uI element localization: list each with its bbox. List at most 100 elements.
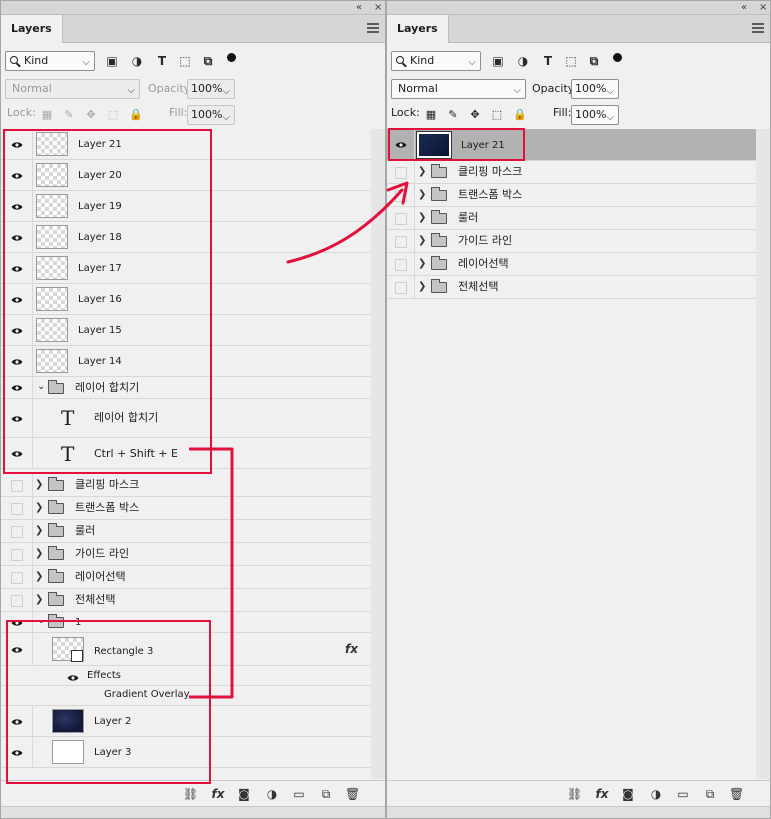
group-row[interactable]: ❯ 가이드 라인 bbox=[387, 230, 756, 253]
new-layer-icon[interactable]: ⧉ bbox=[703, 787, 717, 801]
group-row[interactable]: ❯ 전체선택 bbox=[1, 589, 371, 612]
lock-artboard-icon[interactable]: ⬚ bbox=[107, 109, 119, 121]
eye-visibility-icon[interactable] bbox=[11, 384, 23, 392]
kind-filter-select[interactable]: Kind ⌵ bbox=[5, 51, 95, 71]
chevron-right-icon[interactable]: ❯ bbox=[418, 258, 426, 269]
mask-icon[interactable]: ◙ bbox=[237, 787, 251, 801]
layers-scrollbar[interactable] bbox=[371, 129, 385, 779]
layer-row[interactable]: Layer 2 bbox=[1, 706, 371, 737]
layer-row[interactable]: Layer 17 bbox=[1, 253, 371, 284]
chevron-down-icon[interactable]: ⌄ bbox=[37, 615, 45, 626]
chevron-right-icon[interactable]: ❯ bbox=[35, 594, 43, 605]
chevron-right-icon[interactable]: ❯ bbox=[35, 571, 43, 582]
eye-visibility-icon[interactable] bbox=[395, 141, 407, 149]
group-row[interactable]: ❯ 레이어선택 bbox=[1, 566, 371, 589]
collapse-button[interactable]: « bbox=[356, 1, 362, 15]
visibility-toggle[interactable] bbox=[11, 526, 23, 538]
tab-layers[interactable]: Layers bbox=[387, 15, 449, 43]
visibility-toggle[interactable] bbox=[395, 259, 407, 271]
group-row[interactable]: ❯ 트랜스폼 박스 bbox=[387, 184, 756, 207]
merged-layer-row[interactable]: Layer 21 bbox=[387, 129, 756, 161]
link-icon[interactable]: ⛓ bbox=[567, 787, 582, 801]
fill-input[interactable]: 100% ⌵ bbox=[571, 105, 619, 125]
eye-visibility-icon[interactable] bbox=[11, 749, 23, 757]
mask-icon[interactable]: ◙ bbox=[621, 787, 635, 801]
eye-visibility-icon[interactable] bbox=[11, 646, 23, 654]
visibility-toggle[interactable] bbox=[395, 190, 407, 202]
group-row[interactable]: ❯ 전체선택 bbox=[387, 276, 756, 299]
adjustment-filter-icon[interactable]: ◑ bbox=[516, 54, 530, 68]
filter-toggle-icon[interactable] bbox=[227, 53, 236, 62]
trash-icon[interactable]: 🗑 bbox=[345, 787, 360, 801]
group-row[interactable]: ❯ 클리핑 마스크 bbox=[387, 161, 756, 184]
opacity-input[interactable]: 100% ⌵ bbox=[571, 79, 619, 99]
fx-icon[interactable]: fx bbox=[595, 787, 609, 801]
eye-visibility-icon[interactable] bbox=[11, 358, 23, 366]
lock-move-icon[interactable]: ✥ bbox=[85, 109, 97, 121]
type-filter-icon[interactable]: T bbox=[541, 54, 555, 68]
lock-transparent-icon[interactable]: ▦ bbox=[41, 109, 53, 121]
eye-visibility-icon[interactable] bbox=[11, 203, 23, 211]
new-layer-icon[interactable]: ⧉ bbox=[319, 787, 333, 801]
eye-visibility-icon[interactable] bbox=[11, 172, 23, 180]
chevron-right-icon[interactable]: ❯ bbox=[35, 502, 43, 513]
group-row[interactable]: ❯ 가이드 라인 bbox=[1, 543, 371, 566]
shape-layer-row[interactable]: Rectangle 3 fx bbox=[1, 633, 371, 666]
pixel-filter-icon[interactable]: ▣ bbox=[105, 54, 119, 68]
link-icon[interactable]: ⛓ bbox=[183, 787, 198, 801]
panel-menu-icon[interactable] bbox=[752, 23, 764, 33]
chevron-right-icon[interactable]: ❯ bbox=[418, 235, 426, 246]
fx-icon[interactable]: fx bbox=[211, 787, 225, 801]
visibility-toggle[interactable] bbox=[11, 549, 23, 561]
adjustment-icon[interactable]: ◑ bbox=[649, 787, 663, 801]
folder-icon[interactable]: ▭ bbox=[292, 787, 306, 801]
blend-mode-select[interactable]: Normal ⌵ bbox=[391, 79, 526, 99]
chevron-right-icon[interactable]: ❯ bbox=[35, 479, 43, 490]
folder-icon[interactable]: ▭ bbox=[676, 787, 690, 801]
shape-filter-icon[interactable]: ⬚ bbox=[178, 54, 192, 68]
group-row-1[interactable]: ⌄ 1 bbox=[1, 612, 371, 633]
shape-filter-icon[interactable]: ⬚ bbox=[564, 54, 578, 68]
layer-row[interactable]: Layer 19 bbox=[1, 191, 371, 222]
visibility-toggle[interactable] bbox=[395, 213, 407, 225]
visibility-toggle[interactable] bbox=[395, 282, 407, 294]
eye-visibility-icon[interactable] bbox=[11, 450, 23, 458]
close-button[interactable]: × bbox=[759, 1, 767, 15]
smartobject-filter-icon[interactable]: ⧉ bbox=[587, 54, 601, 68]
layer-row[interactable]: Layer 21 bbox=[1, 129, 371, 160]
text-layer-row[interactable]: T Ctrl + Shift + E bbox=[1, 438, 371, 469]
panel-menu-icon[interactable] bbox=[367, 23, 379, 33]
visibility-toggle[interactable] bbox=[11, 503, 23, 515]
adjustment-icon[interactable]: ◑ bbox=[265, 787, 279, 801]
layer-row[interactable]: Layer 20 bbox=[1, 160, 371, 191]
eye-visibility-icon[interactable] bbox=[11, 141, 23, 149]
type-filter-icon[interactable]: T bbox=[155, 54, 169, 68]
effects-eye-icon[interactable] bbox=[67, 672, 79, 685]
group-row[interactable]: ❯ 트랜스폼 박스 bbox=[1, 497, 371, 520]
eye-visibility-icon[interactable] bbox=[11, 234, 23, 242]
lock-all-icon[interactable]: 🔒 bbox=[129, 109, 143, 121]
effects-row[interactable]: Effects bbox=[1, 666, 371, 686]
eye-visibility-icon[interactable] bbox=[11, 265, 23, 273]
chevron-right-icon[interactable]: ❯ bbox=[418, 189, 426, 200]
lock-transparent-icon[interactable]: ▦ bbox=[425, 109, 437, 121]
trash-icon[interactable]: 🗑 bbox=[729, 787, 744, 801]
eye-visibility-icon[interactable] bbox=[11, 718, 23, 726]
chevron-down-icon[interactable]: ⌄ bbox=[37, 381, 45, 392]
visibility-toggle[interactable] bbox=[395, 236, 407, 248]
lock-brush-icon[interactable]: ✎ bbox=[447, 109, 459, 121]
layers-scrollbar[interactable] bbox=[756, 129, 770, 779]
group-row-merge[interactable]: ⌄ 레이어 합치기 bbox=[1, 377, 371, 399]
group-row[interactable]: ❯ 룰러 bbox=[387, 207, 756, 230]
visibility-toggle[interactable] bbox=[11, 572, 23, 584]
layer-row[interactable]: Layer 14 bbox=[1, 346, 371, 377]
opacity-input[interactable]: 100% ⌵ bbox=[187, 79, 235, 99]
smartobject-filter-icon[interactable]: ⧉ bbox=[201, 54, 215, 68]
lock-move-icon[interactable]: ✥ bbox=[469, 109, 481, 121]
eye-visibility-icon[interactable] bbox=[11, 619, 23, 627]
fx-icon[interactable]: fx bbox=[345, 642, 358, 656]
eye-visibility-icon[interactable] bbox=[11, 296, 23, 304]
lock-all-icon[interactable]: 🔒 bbox=[513, 109, 527, 121]
lock-brush-icon[interactable]: ✎ bbox=[63, 109, 75, 121]
tab-layers[interactable]: Layers bbox=[1, 15, 63, 43]
